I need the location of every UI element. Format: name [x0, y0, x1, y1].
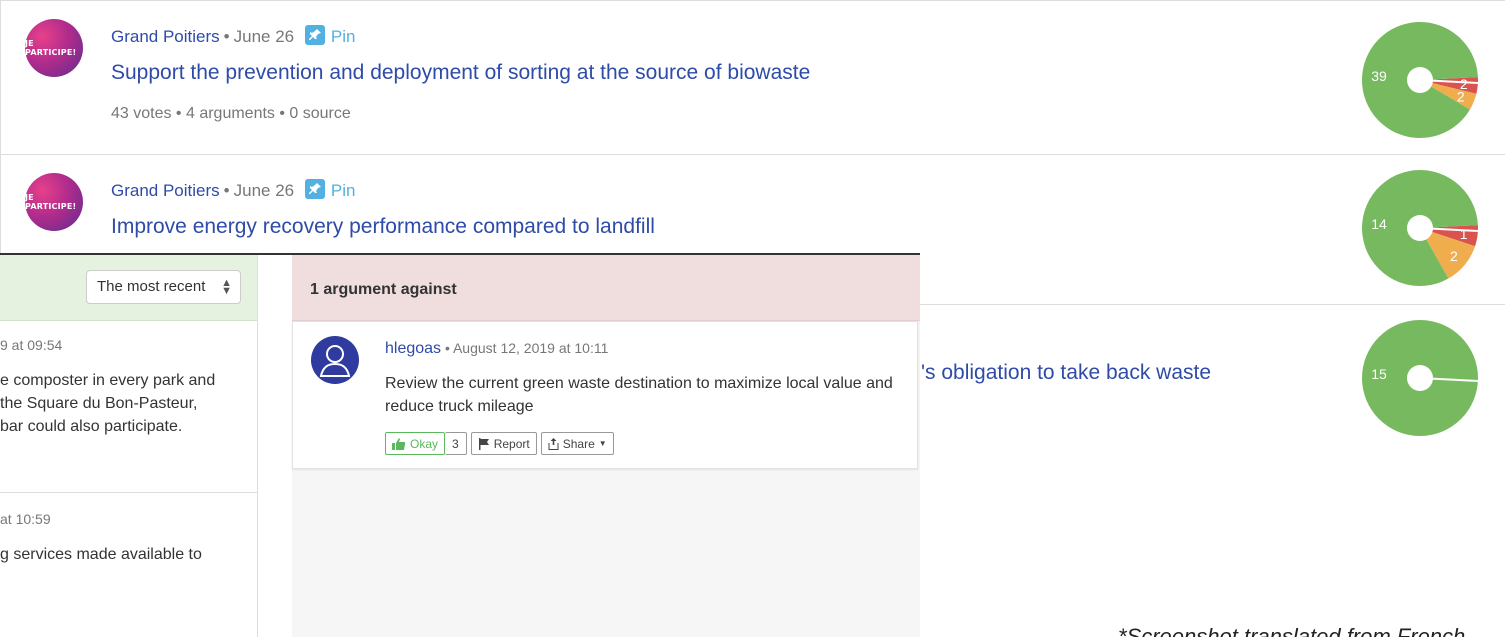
- share-button[interactable]: Share ▼: [540, 432, 614, 455]
- proposal-title[interactable]: 's obligation to take back waste: [921, 361, 1211, 385]
- pie-label-for: 14: [1371, 216, 1387, 232]
- select-arrows-icon: ▲ ▼: [221, 277, 232, 297]
- vote-pie-chart: 14 12: [1362, 170, 1479, 286]
- author-link[interactable]: Grand Poitiers: [111, 27, 220, 46]
- proposal-date: June 26: [233, 27, 295, 46]
- argument-author-link[interactable]: hlegoas: [385, 340, 441, 357]
- arguments-for-header: The most recent ▲ ▼: [0, 255, 257, 321]
- argument-body: Review the current green waste destinati…: [385, 375, 893, 415]
- pie-label-mixed: 2: [1450, 248, 1458, 264]
- arguments-against-header: 1 argument against: [292, 255, 920, 321]
- pin-label: Pin: [330, 27, 356, 46]
- proposal-title[interactable]: Improve energy recovery performance comp…: [111, 215, 655, 239]
- author-link[interactable]: Grand Poitiers: [111, 181, 220, 200]
- flag-icon: [478, 437, 489, 450]
- proposal-meta: Grand Poitiers • June 26 Pin: [111, 179, 356, 200]
- arguments-against-column: 1 argument against hlegoas • August 12, …: [292, 255, 920, 637]
- logo-text: JE PARTICIPE!: [25, 39, 77, 57]
- pin-icon: [304, 25, 325, 45]
- arguments-for-column: The most recent ▲ ▼ 9 at 09:54 e composte…: [0, 255, 258, 637]
- pin-label: Pin: [330, 181, 356, 200]
- pie-center: [1407, 67, 1433, 93]
- user-silhouette-icon: [319, 345, 351, 377]
- divider: [0, 492, 258, 493]
- okay-button[interactable]: Okay: [385, 432, 446, 455]
- report-button[interactable]: Report: [470, 432, 537, 455]
- argument-timestamp: 9 at 09:54: [0, 337, 63, 353]
- user-avatar[interactable]: [311, 336, 359, 384]
- argument-body: e composter in every park and the Square…: [0, 369, 258, 438]
- pie-label-for: 39: [1371, 68, 1387, 84]
- pie-label-against: 1: [1460, 226, 1468, 242]
- share-label: Share: [562, 436, 595, 451]
- proposal-card: JE PARTICIPE! Grand Poitiers • June 26 Pin…: [0, 0, 1505, 155]
- pie-label-for: 15: [1371, 366, 1387, 382]
- argument-line: the Square du Bon-Pasteur,: [0, 395, 198, 412]
- okay-label: Okay: [410, 436, 439, 451]
- logo-text: JE PARTICIPE!: [25, 193, 77, 211]
- okay-count: 3: [445, 432, 467, 455]
- proposal-meta: Grand Poitiers • June 26 Pin: [111, 25, 356, 46]
- proposal-stats: 43 votes • 4 arguments • 0 source: [111, 105, 351, 122]
- vote-pie-chart: 3922: [1362, 21, 1479, 138]
- argument-line: e composter in every park and: [0, 372, 216, 389]
- pie-center: [1407, 215, 1433, 241]
- pie-label-mixed: 2: [1457, 89, 1465, 105]
- organization-avatar[interactable]: JE PARTICIPE!: [25, 173, 83, 231]
- argument-actions: Okay 3 Report Share ▼: [385, 432, 614, 455]
- argument-body: g services made available to: [0, 543, 258, 566]
- report-label: Report: [493, 436, 530, 451]
- caret-down-icon: ▼: [598, 439, 607, 448]
- pie-center: [1407, 365, 1433, 391]
- argument-item: at 10:59 g services made available to: [0, 511, 258, 566]
- share-icon: [548, 437, 559, 450]
- argument-timestamp: at 10:59: [0, 511, 51, 527]
- argument-item: 9 at 09:54 e composter in every park and…: [0, 337, 258, 438]
- proposal-date: June 26: [233, 181, 295, 200]
- organization-avatar[interactable]: JE PARTICIPE!: [25, 19, 83, 77]
- vote-pie-chart: 15: [1362, 320, 1479, 436]
- pin-icon: [304, 179, 325, 199]
- sort-select-value: The most recent: [97, 278, 206, 295]
- arguments-panel: The most recent ▲ ▼ 9 at 09:54 e composte…: [0, 253, 920, 637]
- argument-line: g services made available to: [0, 546, 202, 563]
- argument-timestamp: August 12, 2019 at 10:11: [452, 340, 609, 356]
- footnote: *Screenshot translated from French: [1118, 624, 1466, 637]
- argument-line: bar could also participate.: [0, 418, 183, 435]
- thumbs-up-icon: [392, 437, 405, 450]
- argument-card: hlegoas • August 12, 2019 at 10:11 Revie…: [292, 321, 918, 469]
- proposal-title[interactable]: Support the prevention and deployment of…: [111, 61, 810, 85]
- sort-select[interactable]: The most recent ▲ ▼: [86, 270, 241, 304]
- argument-meta: hlegoas • August 12, 2019 at 10:11: [385, 340, 609, 357]
